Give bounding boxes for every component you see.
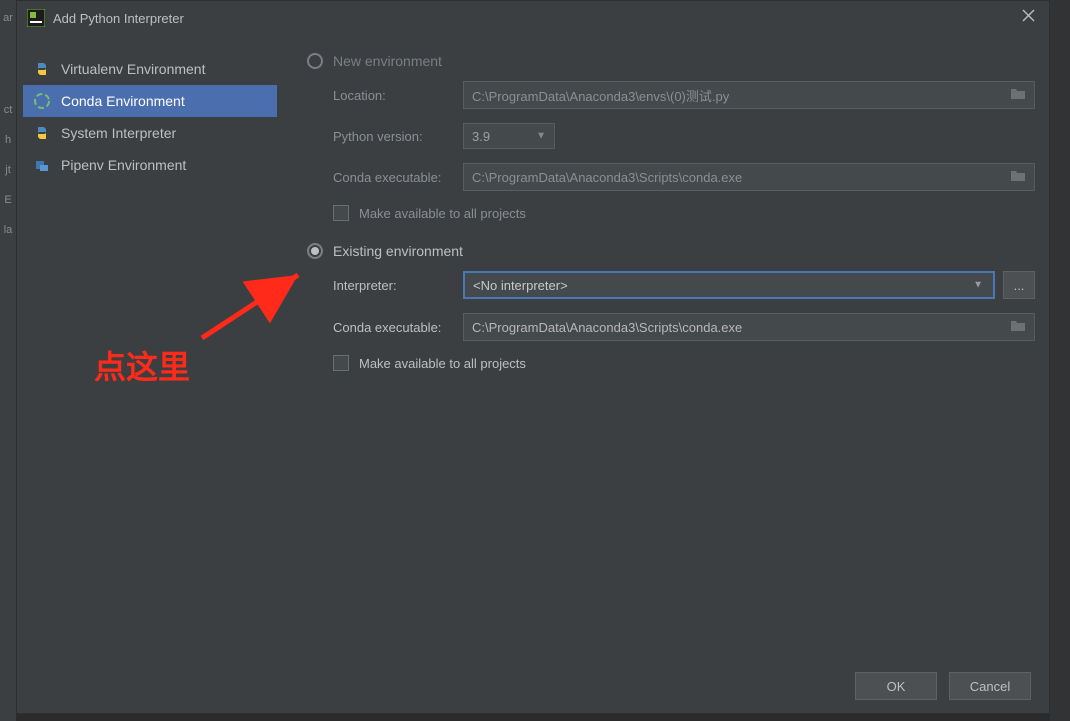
new-make-available-row[interactable]: Make available to all projects <box>333 205 1035 221</box>
sidebar-item-system[interactable]: System Interpreter <box>23 117 277 149</box>
python-version-field: Python version: 3.9 ▼ <box>333 123 1035 149</box>
chevron-down-icon: ▼ <box>536 131 546 142</box>
existing-make-available-row[interactable]: Make available to all projects <box>333 355 1035 371</box>
chevron-down-icon: ▼ <box>973 280 983 291</box>
new-conda-exec-field: Conda executable: C:\ProgramData\Anacond… <box>333 163 1035 191</box>
radio-unselected-icon <box>307 53 323 69</box>
new-conda-exec-input[interactable]: C:\ProgramData\Anaconda3\Scripts\conda.e… <box>463 163 1035 191</box>
location-field: Location: C:\ProgramData\Anaconda3\envs\… <box>333 81 1035 109</box>
dialog-title: Add Python Interpreter <box>53 11 184 26</box>
folder-icon[interactable] <box>1010 319 1026 335</box>
dialog-button-bar: OK Cancel <box>17 659 1049 713</box>
existing-conda-exec-input[interactable]: C:\ProgramData\Anaconda3\Scripts\conda.e… <box>463 313 1035 341</box>
python-icon <box>33 60 51 78</box>
sidebar-item-label: System Interpreter <box>61 125 176 141</box>
sidebar-item-virtualenv[interactable]: Virtualenv Environment <box>23 53 277 85</box>
conda-exec-label: Conda executable: <box>333 170 463 185</box>
pipenv-icon <box>33 156 51 174</box>
location-input[interactable]: C:\ProgramData\Anaconda3\envs\(0)测试.py <box>463 81 1035 109</box>
folder-icon[interactable] <box>1010 87 1026 103</box>
interpreter-field: Interpreter: <No interpreter> ▼ ... <box>333 271 1035 299</box>
add-interpreter-dialog: Add Python Interpreter Virtualenv Enviro… <box>16 0 1050 714</box>
new-environment-label: New environment <box>333 53 442 69</box>
make-available-label: Make available to all projects <box>359 356 526 371</box>
interpreter-type-sidebar: Virtualenv Environment Conda Environment… <box>17 35 277 659</box>
ok-button[interactable]: OK <box>855 672 937 700</box>
interpreter-combo[interactable]: <No interpreter> ▼ <box>463 271 995 299</box>
cancel-button[interactable]: Cancel <box>949 672 1031 700</box>
existing-conda-exec-field: Conda executable: C:\ProgramData\Anacond… <box>333 313 1035 341</box>
existing-environment-label: Existing environment <box>333 243 463 259</box>
python-icon <box>33 124 51 142</box>
sidebar-item-label: Pipenv Environment <box>61 157 186 173</box>
pycharm-app-icon <box>27 9 45 27</box>
conda-exec-label: Conda executable: <box>333 320 463 335</box>
folder-icon[interactable] <box>1010 169 1026 185</box>
make-available-label: Make available to all projects <box>359 206 526 221</box>
browse-interpreter-button[interactable]: ... <box>1003 271 1035 299</box>
editor-right-strip <box>1050 0 1070 721</box>
sidebar-item-label: Conda Environment <box>61 93 185 109</box>
checkbox-unchecked-icon <box>333 355 349 371</box>
sidebar-item-conda[interactable]: Conda Environment <box>23 85 277 117</box>
existing-environment-radio-row[interactable]: Existing environment <box>307 243 1035 259</box>
location-label: Location: <box>333 88 463 103</box>
titlebar: Add Python Interpreter <box>17 1 1049 35</box>
python-version-label: Python version: <box>333 129 463 144</box>
conda-icon <box>33 92 51 110</box>
python-version-select[interactable]: 3.9 ▼ <box>463 123 555 149</box>
sidebar-item-pipenv[interactable]: Pipenv Environment <box>23 149 277 181</box>
interpreter-settings-panel: New environment Location: C:\ProgramData… <box>277 35 1049 659</box>
close-icon[interactable] <box>1018 5 1039 31</box>
radio-selected-icon <box>307 243 323 259</box>
sidebar-item-label: Virtualenv Environment <box>61 61 205 77</box>
interpreter-label: Interpreter: <box>333 278 463 293</box>
checkbox-unchecked-icon <box>333 205 349 221</box>
editor-gutter-fragments: ar ct h jt E la <box>0 0 16 721</box>
new-environment-radio-row[interactable]: New environment <box>307 53 1035 69</box>
